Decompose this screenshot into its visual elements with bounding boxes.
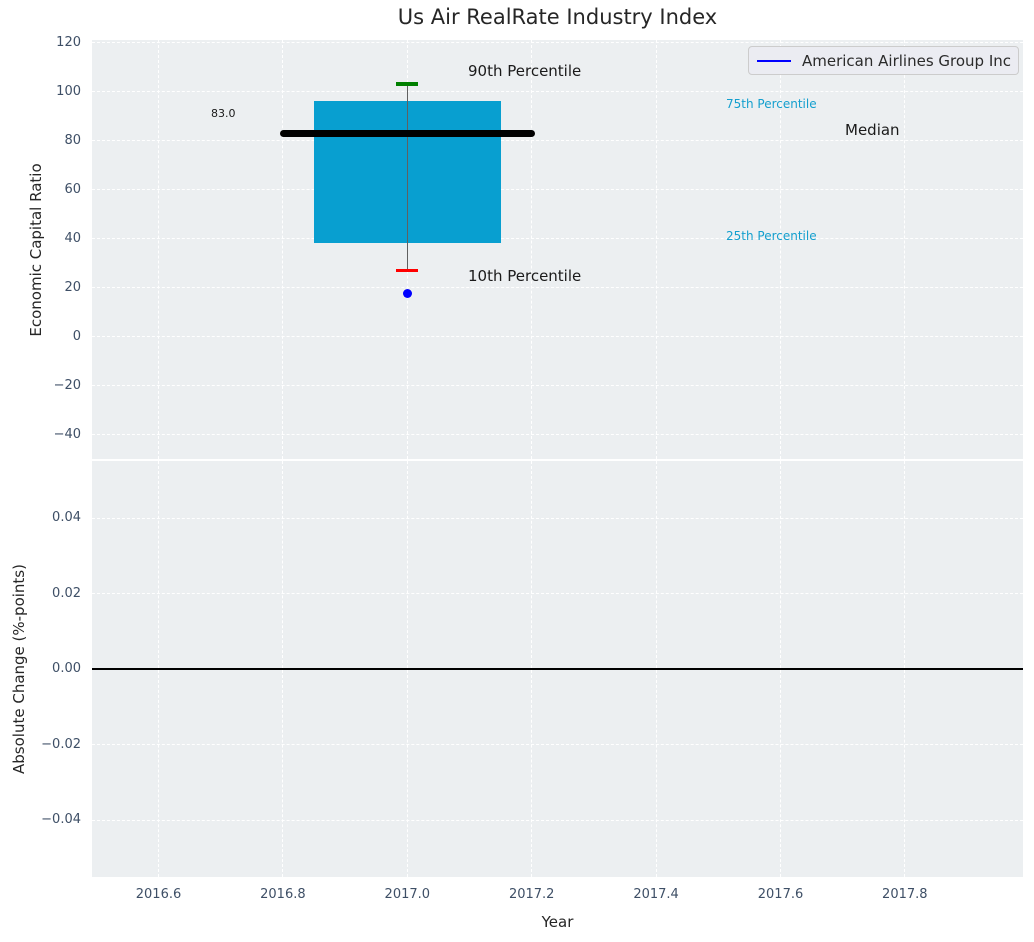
gridline-horizontal xyxy=(92,91,1023,92)
y-tick-label: 120 xyxy=(56,34,81,50)
y-tick-label: −0.02 xyxy=(41,736,81,752)
gridline-vertical xyxy=(655,40,657,459)
gridline-horizontal xyxy=(92,744,1023,745)
gridline-horizontal xyxy=(92,434,1023,435)
x-tick-label: 2017.8 xyxy=(882,887,928,902)
gridline-horizontal xyxy=(92,336,1023,337)
gridline-horizontal xyxy=(92,140,1023,141)
legend-line-swatch xyxy=(757,59,791,62)
annotation-10th-percentile: 10th Percentile xyxy=(468,267,582,285)
x-tick-label: 2017.6 xyxy=(757,887,804,902)
gridline-horizontal xyxy=(92,819,1023,821)
gridline-horizontal xyxy=(92,42,1023,43)
y-tick-label: 100 xyxy=(56,83,81,99)
y-tick-label: −40 xyxy=(53,426,81,442)
legend: American Airlines Group Inc xyxy=(748,46,1019,75)
zero-line xyxy=(92,668,1023,670)
annotation-25th-percentile: 25th Percentile xyxy=(726,229,817,243)
x-tick-label: 2017.4 xyxy=(633,887,679,902)
gridline-horizontal xyxy=(92,287,1023,288)
annotation-75th-percentile: 75th Percentile xyxy=(726,97,817,111)
y-tick-label: 0.00 xyxy=(52,661,81,676)
figure: Us Air RealRate Industry Index Economic … xyxy=(0,0,1034,942)
gridline-vertical xyxy=(531,40,533,459)
gridline-horizontal xyxy=(92,593,1023,594)
gridline-horizontal xyxy=(92,238,1023,239)
whisker-cap-bottom xyxy=(396,268,419,272)
chart-title: Us Air RealRate Industry Index xyxy=(397,5,718,29)
gridline-vertical xyxy=(158,40,159,459)
x-tick-label: 2017.0 xyxy=(384,887,431,902)
x-tick-label: 2016.8 xyxy=(260,887,306,902)
annotation-median-value: 83.0 xyxy=(211,107,236,120)
gridline-vertical xyxy=(282,40,284,459)
gridline-vertical xyxy=(904,40,906,459)
company-point xyxy=(402,289,412,299)
whisker-cap-top xyxy=(396,82,419,86)
gridline-horizontal xyxy=(92,385,1023,386)
y-tick-label: 20 xyxy=(64,279,81,295)
y-tick-label: 0.02 xyxy=(52,585,81,601)
annotation-90th-percentile: 90th Percentile xyxy=(468,62,582,80)
median-line xyxy=(279,129,535,137)
top-axes xyxy=(92,40,1023,459)
x-tick-label: 2017.2 xyxy=(508,887,555,902)
whisker-line xyxy=(406,84,408,271)
annotation-median: Median xyxy=(845,121,900,139)
x-tick-label: 2016.6 xyxy=(135,887,182,902)
y-tick-label: −20 xyxy=(53,377,81,393)
gridline-horizontal xyxy=(92,517,1023,519)
y-tick-label: 60 xyxy=(64,181,81,197)
y-tick-label: 0 xyxy=(72,328,81,344)
y-tick-label: −0.04 xyxy=(41,812,81,827)
y-tick-label: 40 xyxy=(64,230,81,246)
y-tick-label: 80 xyxy=(64,132,81,148)
x-axis-label: Year xyxy=(541,913,574,931)
legend-label: American Airlines Group Inc xyxy=(802,51,1012,70)
y-tick-label: 0.04 xyxy=(52,510,81,525)
gridline-horizontal xyxy=(92,189,1023,190)
